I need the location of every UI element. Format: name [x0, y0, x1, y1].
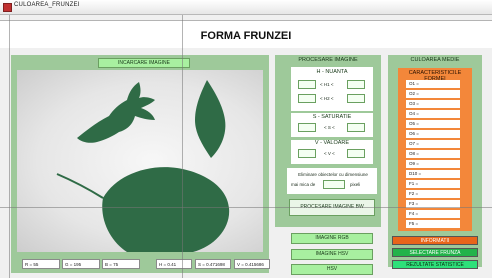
feature-f4: F4 = [406, 210, 460, 218]
h2-min-input[interactable] [298, 94, 316, 103]
feature-o3: O3 = [406, 100, 460, 108]
rgb-image-button[interactable]: IMAGINE RGB [291, 233, 373, 244]
h1-max-input[interactable] [347, 80, 365, 89]
r-value: R = 55 [22, 259, 60, 269]
h-value: H = 0.41 [156, 259, 192, 269]
remove-objects-text-a: mai mica de [291, 182, 316, 187]
feature-o1: O1 = [406, 80, 460, 88]
info-button[interactable]: INFORMATII [392, 236, 478, 245]
hsv-button[interactable]: HSV [291, 264, 373, 275]
s-label: < S < [324, 125, 335, 130]
min-pixels-input[interactable] [323, 180, 345, 189]
leaf-shape-large [102, 167, 230, 252]
crosshair-horizontal [0, 207, 492, 208]
s-min-input[interactable] [298, 123, 316, 132]
v-value: V = 0.415686 [234, 259, 270, 269]
feature-f1: F1 = [406, 180, 460, 188]
h1-label: < H1 < [320, 82, 334, 87]
feature-d10: D10 = [406, 170, 460, 178]
feature-o2: O2 = [406, 90, 460, 98]
h2-label: < H2 < [320, 96, 334, 101]
hue-title: H - NUANTA [316, 69, 348, 75]
crosshair-line-left [9, 15, 10, 278]
leaf-stem [56, 173, 104, 199]
saturation-title: S - SATURATIE [312, 114, 352, 120]
h1-min-input[interactable] [298, 80, 316, 89]
feature-o8: O8 = [406, 150, 460, 158]
color-panel-title: CULOAREA MEDIE [410, 57, 460, 63]
v-max-input[interactable] [347, 149, 365, 158]
s-max-input[interactable] [347, 123, 365, 132]
remove-objects-text-b: pixeli [350, 182, 361, 187]
feature-f2: F2 = [406, 190, 460, 198]
v-min-input[interactable] [298, 149, 316, 158]
processing-title: PROCESARE IMAGINE [298, 57, 358, 63]
leaf-shape-lobed [77, 82, 155, 143]
feature-o5: O5 = [406, 120, 460, 128]
value-title: V - VALOARE [314, 140, 350, 146]
feature-o6: O6 = [406, 130, 460, 138]
g-value: G = 195 [62, 259, 100, 269]
feature-o7: O7 = [406, 140, 460, 148]
crosshair-line-top [0, 20, 492, 21]
leaf-image-svg [56, 80, 230, 252]
crosshair-vertical [182, 15, 183, 278]
h2-max-input[interactable] [347, 94, 365, 103]
statistics-button[interactable]: REZULTATE STATISTICE [392, 260, 478, 269]
feature-o4: O4 = [406, 110, 460, 118]
page-title: FORMA FRUNZEI [200, 30, 292, 42]
hsv-image-button[interactable]: IMAGINE HSV [291, 249, 373, 260]
remove-objects-text: Eliminare obiectelor cu dimensiune [298, 172, 368, 177]
feature-f5: F5 = [406, 220, 460, 228]
b-value: B = 75 [102, 259, 140, 269]
window-titlebar: CULOAREA_FRUNZEI [0, 0, 492, 15]
s-value: S = 0.471698 [195, 259, 231, 269]
leaf-image [17, 70, 263, 252]
v-label: < V < [324, 151, 335, 156]
select-leaf-button[interactable]: SELECTARE FRUNZA [392, 248, 478, 257]
leaf-shape-narrow [195, 80, 226, 158]
app-icon [3, 3, 12, 12]
feature-o9: O9 = [406, 160, 460, 168]
load-image-button[interactable]: INCARCARE IMAGINE [98, 58, 190, 68]
window-title: CULOAREA_FRUNZEI [14, 2, 80, 8]
